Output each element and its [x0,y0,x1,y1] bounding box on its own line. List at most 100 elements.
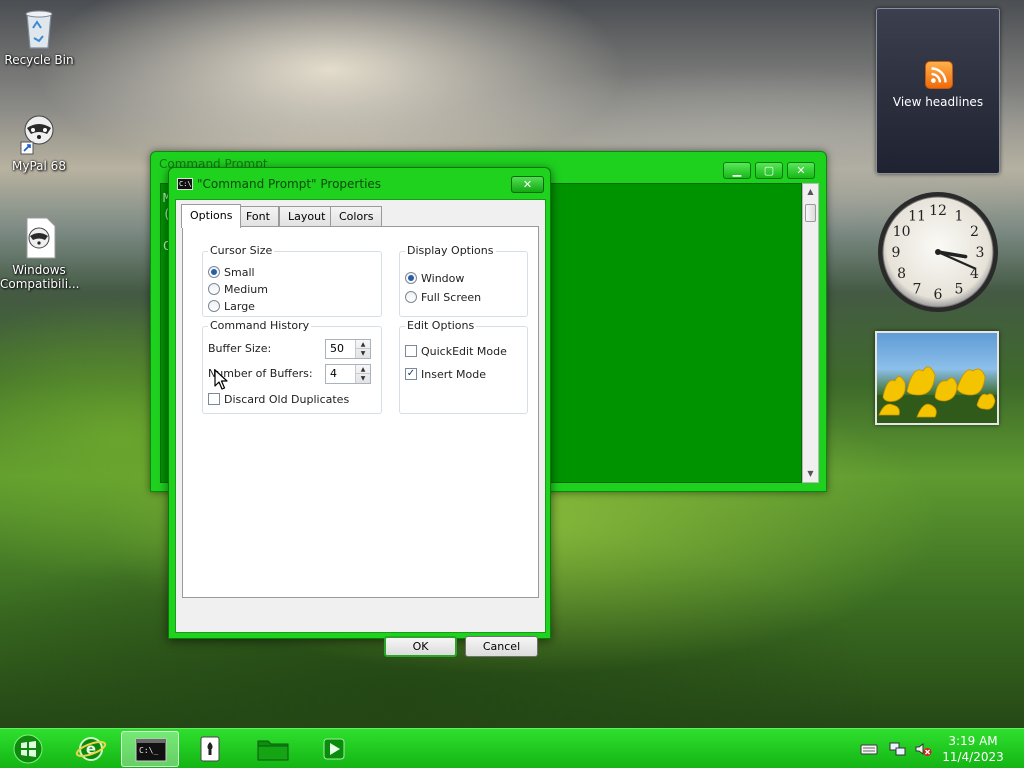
edit-options-group: Edit Options QuickEdit Mode ✓ Insert Mod… [399,319,528,414]
option-label: Large [224,299,255,313]
clock-number: 6 [934,287,943,303]
raccoon-shortcut-icon [20,115,54,155]
taskbar-clock-time[interactable]: 3:19 AM [940,734,1006,749]
taskbar: e C:\_ 3:19 AM 11/4/2023 [0,728,1024,768]
file-explorer-icon [257,740,289,761]
checkbox-icon [208,393,220,405]
vertical-scrollbar[interactable]: ▲ ▼ [802,183,819,483]
clock-number: 7 [913,281,922,297]
minimize-button[interactable]: ▁ [723,162,751,179]
group-label: Edit Options [405,319,477,332]
cursor-medium-radio[interactable]: Medium [208,281,268,297]
display-fullscreen-radio[interactable]: Full Screen [405,289,481,305]
close-button[interactable]: ✕ [511,176,544,193]
internet-explorer-taskbar-button[interactable]: e [62,731,120,767]
maximize-button[interactable]: ▢ [755,162,783,179]
clock-number: 11 [908,209,926,225]
spin-down-arrow-icon[interactable]: ▼ [356,374,370,383]
display-options-group: Display Options Window Full Screen [399,244,528,317]
option-label: Insert Mode [421,367,487,381]
scroll-down-arrow-icon[interactable]: ▼ [803,466,818,482]
scroll-thumb[interactable] [805,204,816,222]
svg-text:C:\_: C:\_ [139,746,158,755]
group-label: Cursor Size [208,244,275,257]
group-label: Display Options [405,244,496,257]
command-prompt-icon: C:\ [177,178,193,190]
cursor-small-radio[interactable]: Small [208,264,255,280]
mouse-pointer-icon [214,369,228,390]
dialog-client-area: Options Font Layout Colors Cursor Size S… [175,199,546,657]
clock-number: 3 [976,245,985,261]
radio-icon [208,283,220,295]
buffer-size-spinner[interactable]: 50 ▲ ▼ [325,339,371,359]
number-of-buffers-spinner[interactable]: 4 ▲ ▼ [325,364,371,384]
spin-up-arrow-icon[interactable]: ▲ [356,365,370,374]
buffer-size-label: Buffer Size: [208,342,272,355]
radio-icon [208,300,220,312]
media-player-icon [323,738,345,760]
spinner-value: 50 [330,342,344,355]
clock-number: 12 [929,203,947,219]
clock-number: 10 [893,224,911,240]
view-headlines-link[interactable]: View headlines [877,95,999,109]
spinner-value: 4 [330,367,337,380]
raccoon-document-icon [26,217,56,259]
rss-feed-gadget[interactable]: View headlines [876,8,1000,174]
clock-number: 8 [897,266,906,282]
tab-font[interactable]: Font [237,206,279,226]
cursor-size-group: Cursor Size Small Medium Large [202,244,382,317]
radio-icon [405,291,417,303]
properties-dialog[interactable]: C:\ "Command Prompt" Properties ✕ Option… [168,167,551,657]
clock-number: 5 [955,281,964,297]
group-label: Command History [208,319,312,332]
checkbox-icon [405,345,417,357]
start-orb-icon[interactable] [8,732,48,766]
spin-up-arrow-icon[interactable]: ▲ [356,340,370,349]
option-label: QuickEdit Mode [421,344,507,358]
desktop-icon-mypal[interactable]: MyPal 68 [0,112,78,173]
quickedit-checkbox[interactable]: QuickEdit Mode [405,343,507,359]
volume-muted-icon[interactable] [914,740,932,758]
scroll-up-arrow-icon[interactable]: ▲ [803,184,818,200]
slideshow-gadget[interactable] [875,331,999,425]
tab-options[interactable]: Options [181,204,242,228]
file-explorer-taskbar-button[interactable] [244,731,302,767]
checkmark-icon: ✓ [405,368,417,380]
dialog-title: "Command Prompt" Properties [197,177,382,191]
clock-number: 1 [955,209,964,225]
radio-icon [405,272,417,284]
keyboard-icon[interactable] [860,740,878,758]
tab-layout[interactable]: Layout [279,206,335,226]
clock-number: 2 [970,224,979,240]
solitaire-taskbar-button[interactable] [181,731,239,767]
network-icon[interactable] [889,740,907,758]
internet-explorer-icon: e [75,737,107,761]
cursor-large-radio[interactable]: Large [208,298,255,314]
clock-gadget[interactable]: 12 1 2 3 4 5 6 7 8 9 10 11 [876,190,1000,314]
command-prompt-icon: C:\_ [135,738,167,762]
desktop-icon-label: Windows Compatibili... [0,263,80,291]
ok-button[interactable]: OK [384,636,457,657]
desktop-icon-recycle-bin[interactable]: Recycle Bin [0,6,78,67]
media-player-taskbar-button[interactable] [305,731,363,767]
tab-colors[interactable]: Colors [330,206,383,226]
options-panel: Cursor Size Small Medium Large Display O… [182,226,539,598]
spinner-buttons: ▲ ▼ [355,365,370,383]
cancel-button[interactable]: Cancel [465,636,538,657]
option-label: Medium [224,282,268,296]
close-button[interactable]: ✕ [787,162,815,179]
spin-down-arrow-icon[interactable]: ▼ [356,349,370,358]
desktop-icon-label: Recycle Bin [4,53,74,67]
recycle-bin-icon [25,10,53,49]
desktop-icon-label: MyPal 68 [12,159,66,173]
taskbar-clock-date[interactable]: 11/4/2023 [940,750,1006,765]
command-prompt-taskbar-button[interactable]: C:\_ [121,731,179,767]
option-label: Window [421,271,465,285]
insert-mode-checkbox[interactable]: ✓ Insert Mode [405,366,486,382]
desktop-icon-windows-compatibility[interactable]: Windows Compatibili... [0,216,80,291]
display-window-radio[interactable]: Window [405,270,464,286]
option-label: Discard Old Duplicates [224,392,350,406]
discard-duplicates-checkbox[interactable]: Discard Old Duplicates [208,391,349,407]
rss-feed-icon [925,61,953,89]
solitaire-icon [200,736,220,762]
